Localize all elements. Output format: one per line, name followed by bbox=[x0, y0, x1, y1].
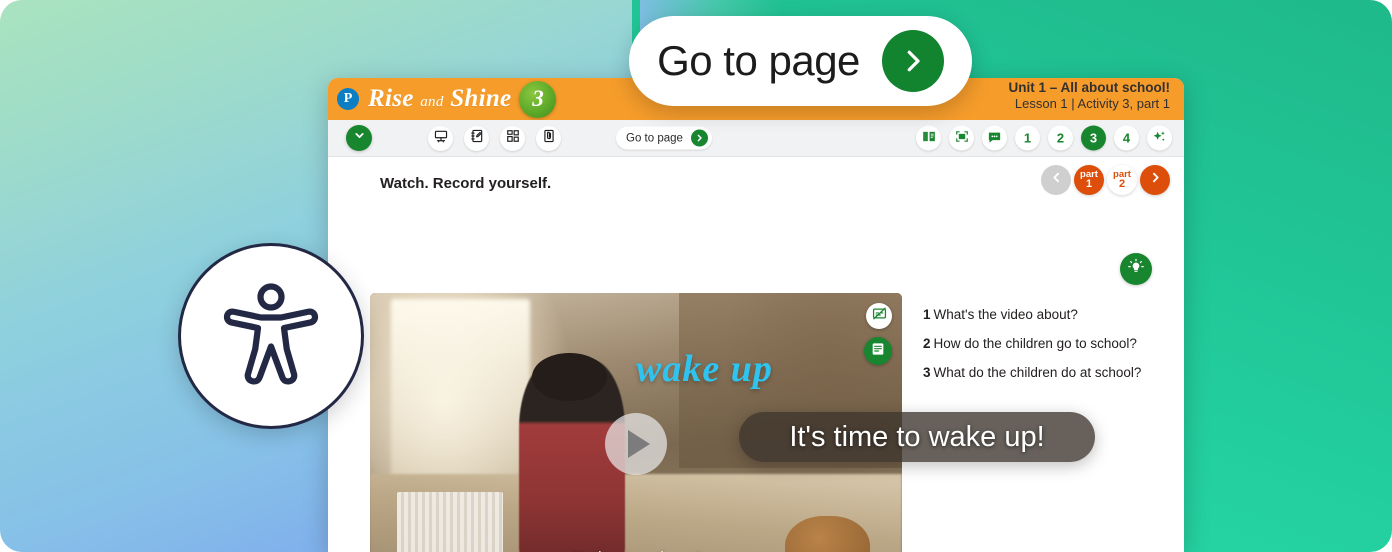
caption-callout-text: It's time to wake up! bbox=[789, 420, 1045, 453]
activity-content: Watch. Record yourself. part 1 part 2 wa… bbox=[328, 157, 1184, 552]
tool-icon-group bbox=[428, 125, 561, 151]
image-icon bbox=[955, 130, 969, 147]
screenshot-stage: P Rise and Shine 3 Unit 1 – All about sc… bbox=[0, 0, 1392, 552]
video-subtitle-toggle[interactable] bbox=[866, 303, 892, 329]
question-number: 1 bbox=[923, 307, 931, 322]
caption-callout: It's time to wake up! bbox=[739, 412, 1095, 462]
question-number: 2 bbox=[923, 336, 931, 351]
part-number-2: 2 bbox=[1118, 178, 1126, 191]
hint-button[interactable] bbox=[1120, 253, 1152, 285]
question-item: 1 What's the video about? bbox=[923, 307, 1173, 322]
question-item: 2 How do the children go to school? bbox=[923, 336, 1173, 351]
accessibility-callout[interactable] bbox=[178, 243, 364, 429]
unit-title: Unit 1 – All about school! bbox=[1008, 80, 1170, 95]
goto-page-callout-label: Go to page bbox=[657, 37, 860, 84]
chevron-right-icon bbox=[881, 30, 944, 92]
goto-page-callout-button[interactable]: Go to page bbox=[629, 16, 972, 106]
play-icon bbox=[627, 429, 650, 458]
image-button[interactable] bbox=[949, 125, 974, 151]
part-button-2[interactable]: part 2 bbox=[1107, 165, 1137, 195]
part-navigation: part 1 part 2 bbox=[1041, 165, 1170, 195]
presentation-icon bbox=[434, 129, 448, 148]
lightbulb-icon bbox=[1127, 258, 1145, 281]
video-title-overlay: wake up bbox=[636, 348, 773, 391]
book-icon bbox=[922, 130, 936, 147]
activity-button-4[interactable]: 4 bbox=[1114, 125, 1139, 151]
prev-part-button[interactable] bbox=[1041, 165, 1071, 195]
part-button-1[interactable]: part 1 bbox=[1074, 165, 1104, 195]
pearson-logo-icon: P bbox=[337, 88, 359, 110]
notebook-button[interactable] bbox=[464, 125, 489, 151]
presentation-button[interactable] bbox=[428, 125, 453, 151]
subtitles-off-icon bbox=[872, 306, 887, 326]
app-window: P Rise and Shine 3 Unit 1 – All about sc… bbox=[328, 78, 1184, 552]
activity-button-group: 1 2 3 4 bbox=[916, 125, 1172, 151]
app-toolbar: Go to page 1 2 3 4 bbox=[328, 120, 1184, 157]
video-scene-window bbox=[391, 299, 530, 486]
brand-title: Rise and Shine bbox=[368, 85, 511, 113]
chat-button[interactable] bbox=[982, 125, 1007, 151]
video-play-button[interactable] bbox=[605, 412, 667, 475]
notebook-pen-icon bbox=[470, 129, 484, 148]
activity-button-3[interactable]: 3 bbox=[1081, 125, 1106, 151]
brand-shine: Shine bbox=[450, 85, 512, 112]
book-button[interactable] bbox=[916, 125, 941, 151]
instruction-text: Watch. Record yourself. bbox=[380, 175, 552, 192]
video-scene-radiator bbox=[396, 491, 503, 552]
transcript-button[interactable] bbox=[864, 337, 892, 365]
chevron-left-icon bbox=[1050, 171, 1063, 189]
goto-page-inline-label: Go to page bbox=[626, 132, 683, 144]
menu-toggle-button[interactable] bbox=[346, 125, 372, 151]
part-number-1: 1 bbox=[1085, 178, 1093, 191]
question-number: 3 bbox=[923, 365, 931, 380]
chevron-down-icon bbox=[353, 129, 366, 147]
attachment-button[interactable] bbox=[536, 125, 561, 151]
chevron-right-icon bbox=[1149, 171, 1162, 189]
next-part-button[interactable] bbox=[1140, 165, 1170, 195]
sparkles-button[interactable] bbox=[1147, 125, 1172, 151]
chat-bubble-icon bbox=[987, 129, 1002, 147]
sparkles-icon bbox=[1152, 129, 1167, 147]
level-badge: 3 bbox=[519, 80, 557, 118]
question-text: What do the children do at school? bbox=[933, 365, 1142, 380]
question-text: How do the children go to school? bbox=[933, 336, 1137, 351]
goto-page-inline-button[interactable]: Go to page bbox=[616, 126, 712, 150]
video-scene-child-head bbox=[532, 353, 607, 402]
activity-button-2[interactable]: 2 bbox=[1048, 125, 1073, 151]
subtitles-off-button[interactable] bbox=[866, 303, 892, 329]
question-item: 3 What do the children do at school? bbox=[923, 365, 1173, 380]
unit-subtitle: Lesson 1 | Activity 3, part 1 bbox=[1014, 96, 1170, 112]
brand-and: and bbox=[420, 94, 444, 110]
grid-apps-icon bbox=[506, 129, 520, 148]
unit-info: Unit 1 – All about school! Lesson 1 | Ac… bbox=[1008, 80, 1170, 112]
activity-button-1[interactable]: 1 bbox=[1015, 125, 1040, 151]
document-clip-icon bbox=[542, 129, 556, 148]
question-text: What's the video about? bbox=[933, 307, 1078, 322]
question-list: 1 What's the video about? 2 How do the chi… bbox=[923, 307, 1173, 394]
transcript-icon bbox=[870, 341, 886, 362]
accessibility-person-icon bbox=[211, 274, 331, 399]
brand-rise: Rise bbox=[368, 85, 414, 112]
chevron-right-icon bbox=[690, 129, 708, 147]
apps-grid-button[interactable] bbox=[500, 125, 525, 151]
